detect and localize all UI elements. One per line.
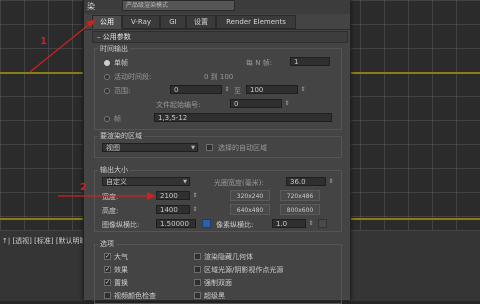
annotation-arrow-1	[29, 21, 93, 73]
annotation-number-2: 2	[80, 182, 87, 193]
annotation-number-1: 1	[40, 36, 47, 47]
arrowhead-icon	[147, 192, 156, 200]
annotation-overlay	[29, 19, 156, 200]
